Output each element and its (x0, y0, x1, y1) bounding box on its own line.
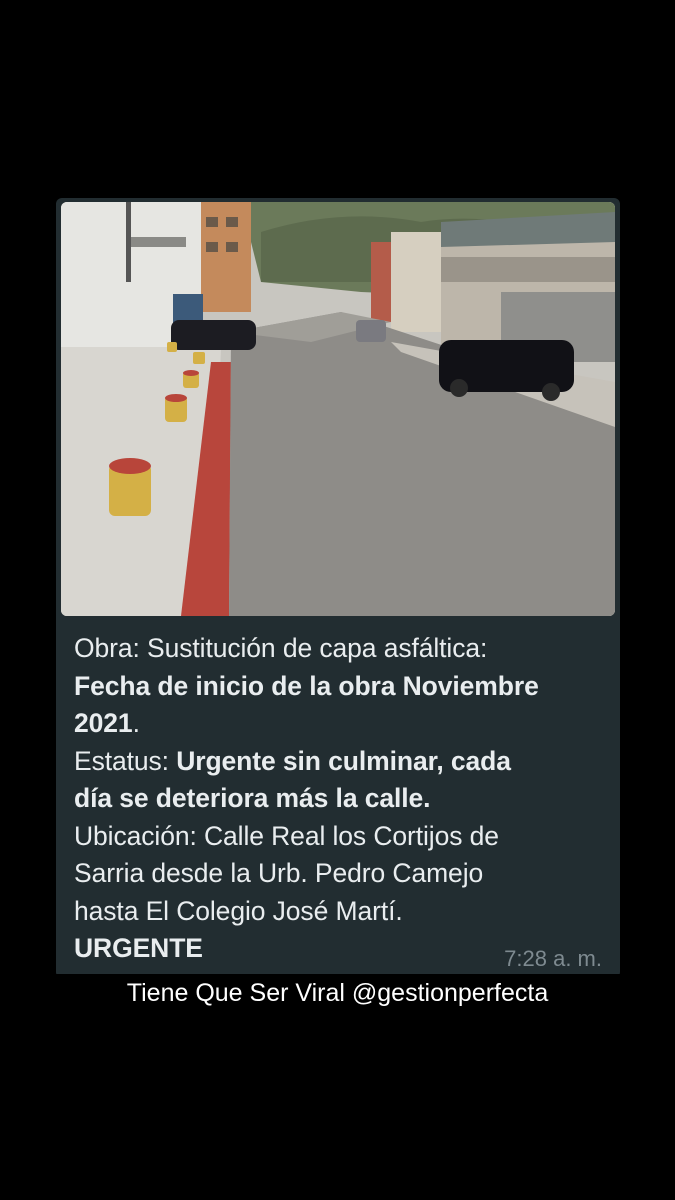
fecha-line: Fecha de inicio de la obra Noviembre (74, 668, 604, 706)
ubicacion-text-3: hasta El Colegio José Martí. (74, 895, 403, 926)
ubicacion-line-1: Ubicación: Calle Real los Cortijos de (74, 818, 604, 856)
estatus-line-1: Estatus: Urgente sin culminar, cada (74, 743, 604, 781)
year-line: 2021. (74, 705, 604, 743)
message-text: Obra: Sustitución de capa asfáltica: Fec… (74, 630, 604, 968)
overlay-caption: Tiene Que Ser Viral @gestionperfecta (0, 974, 675, 1012)
ubicacion-text-1: Ubicación: Calle Real los Cortijos de (74, 820, 499, 851)
screenshot-frame: Obra: Sustitución de capa asfáltica: Fec… (0, 0, 675, 1200)
year-period: . (132, 708, 140, 738)
urgent-label: URGENTE (74, 933, 203, 963)
ubicacion-line-3: hasta El Colegio José Martí. (74, 893, 604, 931)
ubicacion-line-2: Sarria desde la Urb. Pedro Camejo (74, 855, 604, 893)
chat-message-bubble[interactable]: Obra: Sustitución de capa asfáltica: Fec… (56, 198, 620, 978)
estatus-value-1: Urgente sin culminar, cada (176, 745, 511, 776)
estatus-label: Estatus: (74, 745, 177, 776)
obra-text: Obra: Sustitución de capa asfáltica: (74, 633, 488, 663)
estatus-line-2: día se deteriora más la calle. (74, 780, 604, 818)
estatus-value-2: día se deteriora más la calle. (74, 783, 431, 813)
year-text: 2021 (74, 708, 133, 738)
ubicacion-text-2: Sarria desde la Urb. Pedro Camejo (74, 858, 484, 888)
obra-line: Obra: Sustitución de capa asfáltica: (74, 630, 604, 668)
message-timestamp: 7:28 a. m. (504, 946, 602, 971)
street-photo-drawing (61, 202, 615, 616)
street-photo-image[interactable] (61, 202, 615, 616)
fecha-text: Fecha de inicio de la obra Noviembre (74, 670, 539, 701)
